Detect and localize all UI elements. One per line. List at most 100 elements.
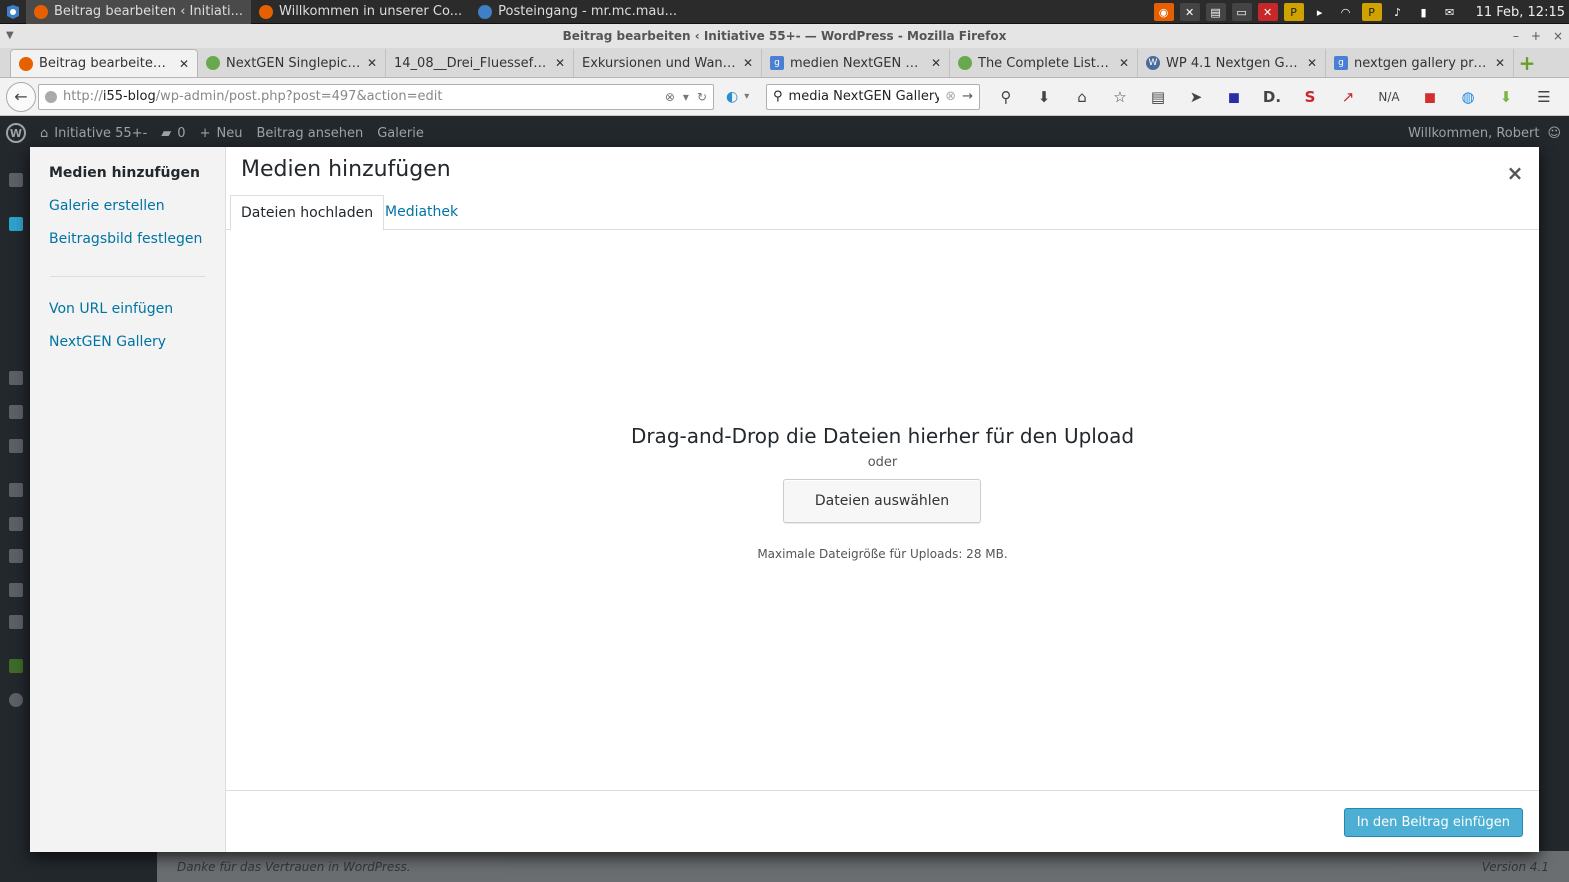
download-helper-icon[interactable]: ⬇ [1496,87,1516,107]
browser-tab[interactable]: g medien NextGEN Ga... ✕ [762,49,950,77]
extension-s-icon[interactable]: S [1300,87,1320,107]
home-icon[interactable]: ⌂ [1072,87,1092,107]
search-input[interactable] [788,89,940,104]
users-icon[interactable] [9,549,23,563]
document-launcher-icon[interactable]: ▤ [1205,3,1226,21]
select-files-button[interactable]: Dateien auswählen [783,479,981,523]
tab-media-library[interactable]: Mediathek [375,195,468,231]
url-dropdown-icon[interactable]: ▾ [683,90,689,104]
browser-tab[interactable]: Beitrag bearbeiten ‹ Initi... ✕ [10,49,198,77]
close-tab-icon[interactable]: ✕ [743,56,753,70]
media-icon[interactable] [9,371,23,385]
extension-stats-icon[interactable]: ↗ [1338,87,1358,107]
media-menu-create-gallery[interactable]: Galerie erstellen [30,196,225,229]
media-menu-featured-image[interactable]: Beitragsbild festlegen [30,229,225,262]
back-button[interactable]: ← [6,81,36,112]
search-icon[interactable]: ⚲ [996,87,1016,107]
admin-bar-site[interactable]: ⌂ Initiative 55+- [40,126,147,141]
taskbar-task-firefox[interactable]: Beitrag bearbeiten ‹ Initiati... [26,0,252,24]
tray-app-icon[interactable]: P [1283,3,1304,21]
download-icon[interactable]: ⬇ [1034,87,1054,107]
extension-abp-icon[interactable]: ◼ [1224,87,1244,107]
close-app-icon[interactable]: ✕ [1257,3,1278,21]
start-menu-icon[interactable] [0,0,26,24]
taskbar-task-firefox-2[interactable]: Willkommen in unserer Co... [251,0,470,24]
site-name: Initiative 55+- [54,125,148,141]
media-menu-add-media[interactable]: Medien hinzufügen [30,163,225,196]
clock[interactable]: 11 Feb, 12:15 [1476,5,1565,20]
greeting: Willkommen, Robert [1408,125,1540,141]
browser-tab[interactable]: 14_08__Drei_Fluessefahr... ✕ [386,49,574,77]
wp-footer: Danke für das Vertrauen in WordPress. Ve… [157,851,1569,882]
browser-tab[interactable]: Exkursionen und Wand... ✕ [574,49,762,77]
window-menu-icon[interactable]: ▼ [6,24,14,48]
admin-bar-gallery[interactable]: Galerie [377,126,424,141]
appearance-icon[interactable] [9,483,23,497]
browser-tab[interactable]: NextGEN Singlepics ... ✕ [198,49,386,77]
dashboard-icon[interactable] [9,173,23,187]
media-menu-from-url[interactable]: Von URL einfügen [30,299,225,332]
media-menu-nextgen[interactable]: NextGEN Gallery [30,332,225,365]
close-tab-icon[interactable]: ✕ [555,56,565,70]
admin-bar-view-post[interactable]: Beitrag ansehen [256,126,363,141]
expand-tray-icon[interactable]: ▸ [1310,3,1330,21]
footer-thanks: Danke für das Vertrauen in WordPress. [177,859,411,874]
tools-icon[interactable] [9,583,23,597]
go-arrow-icon[interactable]: → [962,89,973,104]
menu-hamburger-icon[interactable]: ☰ [1534,87,1554,107]
new-tab-icon[interactable]: + [1514,49,1540,77]
plugins-icon[interactable] [9,517,23,531]
taskbar-task-mail[interactable]: Posteingang - mr.mc.mau... [470,0,685,24]
clear-url-icon[interactable]: ⊗ [665,90,675,104]
parking-app-icon[interactable]: P [1361,3,1382,21]
clear-search-icon[interactable]: ⊗ [945,89,956,104]
volume-icon[interactable]: ♪ [1388,3,1408,21]
close-tab-icon[interactable]: ✕ [931,56,941,70]
bookmark-star-icon[interactable]: ☆ [1110,87,1130,107]
insert-into-post-button[interactable]: In den Beitrag einfügen [1343,808,1523,837]
browser-tab[interactable]: W WP 4.1 Nextgen Gall... ✕ [1138,49,1326,77]
admin-bar-comments[interactable]: ▰ 0 [161,126,185,141]
url-bar[interactable]: http://i55-blog/wp-admin/post.php?post=4… [38,83,714,110]
browser-tab[interactable]: The Complete List of... ✕ [950,49,1138,77]
site-identity-icon[interactable] [45,90,57,103]
close-tab-icon[interactable]: ✕ [1495,56,1505,70]
browser-tab[interactable]: g nextgen gallery pro... ✕ [1326,49,1514,77]
close-window-icon[interactable]: × [1553,24,1563,48]
battery-icon[interactable]: ▮ [1414,3,1434,21]
admin-bar-account[interactable]: Willkommen, Robert ☺ [1408,117,1561,149]
comments-icon[interactable] [9,439,23,453]
terminal-launcher-icon[interactable]: ▭ [1231,3,1252,21]
upload-dropzone[interactable]: Drag-and-Drop die Dateien hierher für de… [226,231,1539,790]
settings-icon[interactable] [9,615,23,629]
search-engine-icon[interactable]: ◐ ▾ [726,84,756,110]
extension-d-icon[interactable]: D. [1262,87,1282,107]
wordpress-logo-icon[interactable]: W [6,123,26,143]
close-tab-icon[interactable]: ✕ [179,57,189,71]
tool-launcher-icon[interactable]: ✕ [1179,3,1200,21]
admin-bar-new[interactable]: + Neu [200,126,243,141]
globe-icon[interactable]: ◍ [1458,87,1478,107]
close-tab-icon[interactable]: ✕ [1307,56,1317,70]
tab-upload-files[interactable]: Dateien hochladen [230,195,385,231]
reading-list-icon[interactable]: ▤ [1148,87,1168,107]
firefox-launcher-icon[interactable]: ◉ [1153,3,1174,21]
pages-icon[interactable] [9,405,23,419]
close-tab-icon[interactable]: ✕ [367,56,377,70]
drop-instructions: Drag-and-Drop die Dateien hierher für de… [630,424,1135,448]
search-bar[interactable]: ⚲ ⊗ → [766,83,980,110]
reload-icon[interactable]: ↻ [697,90,707,104]
wifi-icon[interactable]: ◠ [1336,3,1356,21]
send-icon[interactable]: ➤ [1186,87,1206,107]
maximize-icon[interactable]: + [1531,24,1541,48]
extension-na-label[interactable]: N/A [1376,87,1402,107]
posts-icon[interactable] [9,217,23,231]
mail-notify-icon[interactable]: ✉ [1440,3,1460,21]
close-tab-icon[interactable]: ✕ [1119,56,1129,70]
thunderbird-icon [478,4,493,19]
pocket-icon[interactable]: ◼ [1420,87,1440,107]
minimize-icon[interactable]: – [1513,24,1519,48]
close-icon[interactable]: × [1503,161,1527,185]
collapse-menu-icon[interactable] [9,693,23,707]
gallery-menu-icon[interactable] [9,659,23,673]
